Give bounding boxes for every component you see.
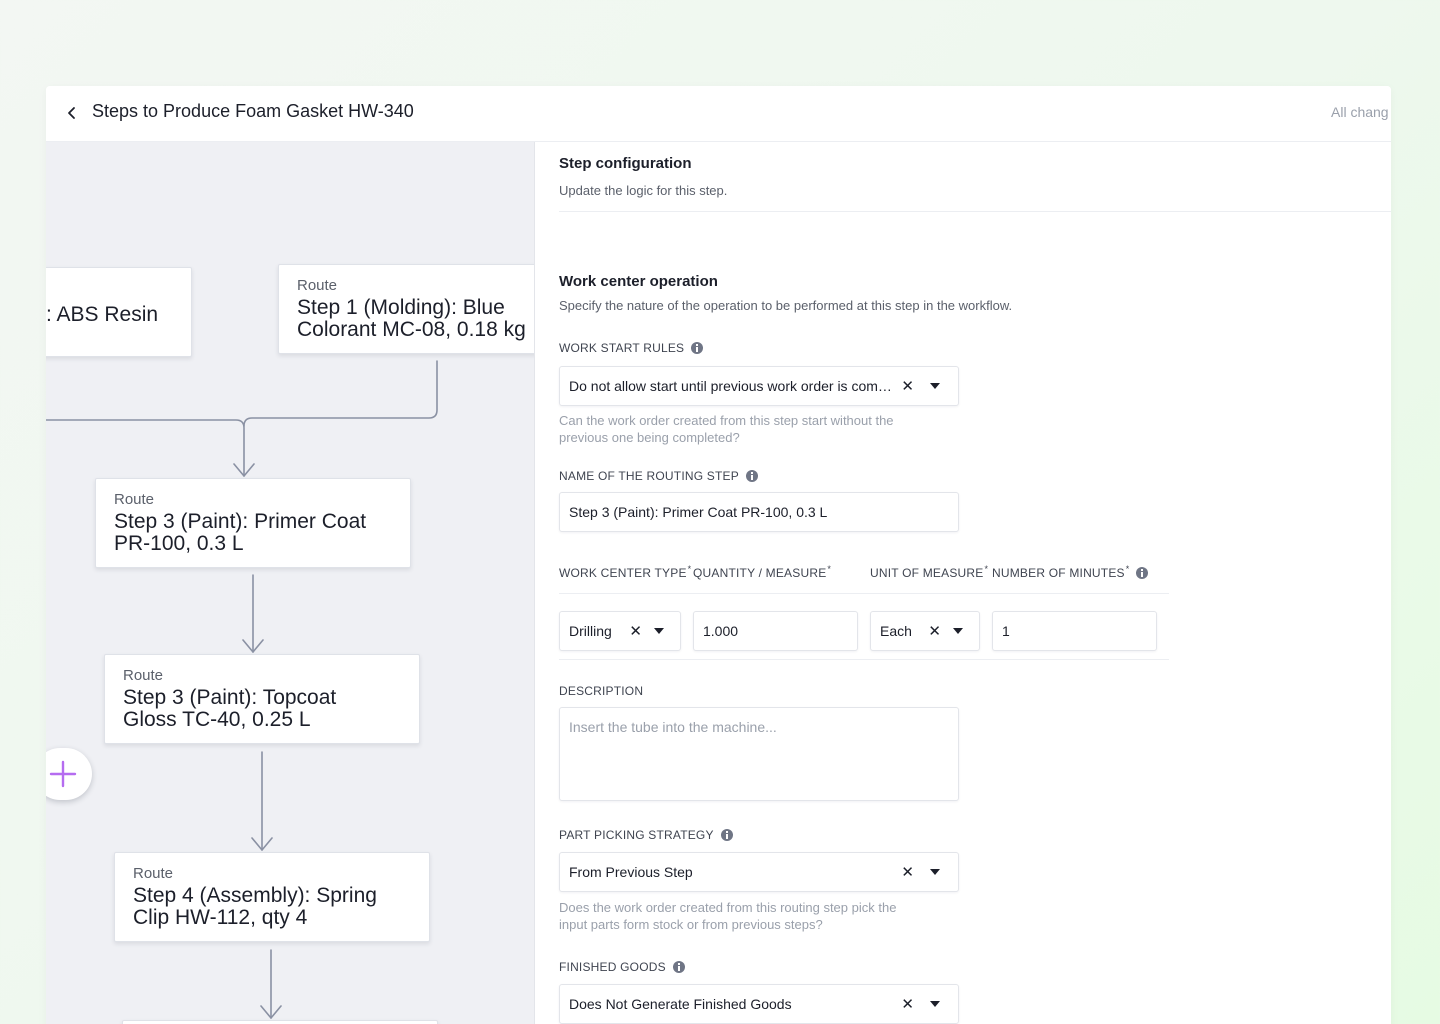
panel-subtitle: Update the logic for this step. bbox=[559, 183, 728, 198]
quantity-measure-label: QUANTITY / MEASURE * bbox=[693, 564, 832, 580]
route-node-step3-primer[interactable]: Route Step 3 (Paint): Primer Coat PR-100… bbox=[95, 478, 411, 568]
info-icon[interactable] bbox=[745, 470, 758, 482]
panel-header: Step configuration Update the logic for … bbox=[559, 142, 1391, 212]
routing-step-name-label: NAME OF THE ROUTING STEP bbox=[559, 469, 758, 483]
caret-down-icon[interactable] bbox=[930, 383, 940, 389]
connector-merge bbox=[46, 419, 245, 477]
close-icon[interactable]: ✕ bbox=[928, 622, 941, 640]
section-subtitle: Specify the nature of the operation to b… bbox=[559, 298, 1013, 313]
finished-goods-value: Does Not Generate Finished Goods bbox=[569, 996, 792, 1012]
caret-down-icon[interactable] bbox=[953, 628, 963, 634]
route-node-title: Step 3 (Paint): Primer Coat bbox=[114, 510, 367, 533]
help-line: Can the work order created from this ste… bbox=[559, 413, 894, 428]
close-icon[interactable]: ✕ bbox=[629, 622, 642, 640]
info-icon[interactable] bbox=[672, 961, 685, 973]
unit-of-measure-value: Each bbox=[880, 623, 912, 639]
route-node-kind: Route bbox=[297, 277, 338, 294]
routing-step-name-value: Step 3 (Paint): Primer Coat PR-100, 0.3 … bbox=[569, 504, 828, 520]
info-icon[interactable] bbox=[720, 829, 733, 841]
quantity-measure-label-text: QUANTITY / MEASURE bbox=[693, 566, 827, 580]
work-center-type-label-text: WORK CENTER TYPE bbox=[559, 566, 687, 580]
work-start-rules-select[interactable]: Do not allow start until previous work o… bbox=[559, 366, 959, 406]
part-picking-strategy-label-text: PART PICKING STRATEGY bbox=[559, 828, 714, 842]
description-label-text: DESCRIPTION bbox=[559, 684, 644, 698]
panel-title: Step configuration bbox=[559, 155, 692, 172]
route-node-step4-assembly[interactable]: Route Step 4 (Assembly): Spring Clip HW-… bbox=[114, 852, 430, 942]
caret-down-icon[interactable] bbox=[930, 869, 940, 875]
save-status: All chang bbox=[1331, 104, 1389, 120]
info-icon[interactable] bbox=[1136, 567, 1149, 579]
work-center-type-value: Drilling bbox=[569, 623, 612, 639]
workflow-canvas[interactable]: ): ABS Resin Route Step 1 (Molding): Blu… bbox=[46, 142, 535, 1024]
close-icon[interactable]: ✕ bbox=[901, 863, 914, 881]
part-picking-strategy-value: From Previous Step bbox=[569, 864, 693, 880]
route-node-title: ): ABS Resin bbox=[46, 303, 159, 326]
work-start-rules-value: Do not allow start until previous work o… bbox=[569, 378, 894, 394]
close-icon[interactable]: ✕ bbox=[901, 377, 914, 395]
work-start-rules-label: WORK START RULES bbox=[559, 341, 704, 355]
part-picking-strategy-label: PART PICKING STRATEGY bbox=[559, 828, 733, 842]
route-node-abs-resin[interactable]: ): ABS Resin bbox=[46, 267, 192, 357]
caret-down-icon[interactable] bbox=[930, 1001, 940, 1007]
route-node-title-line2: Clip HW-112, qty 4 bbox=[133, 906, 308, 929]
work-center-type-select[interactable]: Drilling ✕ bbox=[559, 611, 681, 651]
close-icon[interactable]: ✕ bbox=[901, 995, 914, 1013]
page-title: Steps to Produce Foam Gasket HW-340 bbox=[92, 101, 414, 121]
work-start-rules-help: Can the work order created from this ste… bbox=[559, 412, 894, 446]
number-of-minutes-label-text: NUMBER OF MINUTES bbox=[992, 566, 1125, 580]
plus-icon bbox=[49, 760, 77, 788]
part-picking-strategy-select[interactable]: From Previous Step ✕ bbox=[559, 852, 959, 892]
routing-step-name-label-text: NAME OF THE ROUTING STEP bbox=[559, 469, 739, 483]
routing-step-name-input[interactable]: Step 3 (Paint): Primer Coat PR-100, 0.3 … bbox=[559, 492, 959, 532]
connector-step1 bbox=[243, 360, 438, 427]
finished-goods-label-text: FINISHED GOODS bbox=[559, 960, 666, 974]
caret-down-icon[interactable] bbox=[654, 628, 664, 634]
info-icon[interactable] bbox=[691, 342, 704, 354]
route-node-title-line2: Gloss TC-40, 0.25 L bbox=[123, 708, 311, 731]
description-placeholder: Insert the tube into the machine... bbox=[569, 719, 777, 735]
back-button[interactable] bbox=[62, 102, 82, 124]
unit-of-measure-label-text: UNIT OF MEASURE bbox=[870, 566, 984, 580]
description-label: DESCRIPTION bbox=[559, 684, 643, 698]
help-line: Does the work order created from this ro… bbox=[559, 900, 897, 915]
section-title: Work center operation bbox=[559, 273, 718, 290]
quantity-value: 1.000 bbox=[703, 623, 739, 639]
help-line: input parts form stock or from previous … bbox=[559, 917, 823, 932]
route-node-step3-topcoat[interactable]: Route Step 3 (Paint): Topcoat Gloss TC-4… bbox=[104, 654, 420, 744]
part-picking-strategy-help: Does the work order created from this ro… bbox=[559, 899, 896, 933]
unit-of-measure-label: UNIT OF MEASURE * bbox=[870, 564, 989, 580]
route-node-step1-molding[interactable]: Route Step 1 (Molding): Blue Colorant MC… bbox=[278, 264, 534, 354]
finished-goods-select[interactable]: Does Not Generate Finished Goods ✕ bbox=[559, 984, 959, 1024]
finished-goods-label: FINISHED GOODS bbox=[559, 960, 685, 974]
step-configuration-panel: Step configuration Update the logic for … bbox=[559, 142, 1391, 1024]
route-node-title: Step 3 (Paint): Topcoat bbox=[123, 686, 337, 709]
row-divider bbox=[559, 593, 1169, 594]
route-node-title: Step 1 (Molding): Blue bbox=[297, 296, 505, 319]
route-node-kind: Route bbox=[114, 491, 155, 508]
route-node-kind: Route bbox=[133, 865, 174, 882]
route-node-next-partial[interactable] bbox=[122, 1020, 438, 1024]
top-bar: Steps to Produce Foam Gasket HW-340 All … bbox=[46, 86, 1391, 142]
unit-of-measure-select[interactable]: Each ✕ bbox=[870, 611, 980, 651]
number-of-minutes-label: NUMBER OF MINUTES * bbox=[992, 564, 1149, 580]
route-node-kind: Route bbox=[123, 667, 164, 684]
app-window: Steps to Produce Foam Gasket HW-340 All … bbox=[46, 86, 1391, 1024]
chevron-left-icon bbox=[68, 107, 75, 119]
description-textarea[interactable]: Insert the tube into the machine... bbox=[559, 707, 959, 801]
route-node-title-line2: PR-100, 0.3 L bbox=[114, 532, 244, 555]
number-of-minutes-value: 1 bbox=[1002, 623, 1010, 639]
work-center-type-label: WORK CENTER TYPE * bbox=[559, 564, 692, 580]
quantity-input[interactable]: 1.000 bbox=[693, 611, 858, 651]
help-line: previous one being completed? bbox=[559, 430, 740, 445]
route-node-title-line2: Colorant MC-08, 0.18 kg bbox=[297, 318, 526, 341]
row-divider-bottom bbox=[559, 659, 1169, 660]
route-node-title: Step 4 (Assembly): Spring bbox=[133, 884, 377, 907]
work-start-rules-label-text: WORK START RULES bbox=[559, 341, 685, 355]
number-of-minutes-input[interactable]: 1 bbox=[992, 611, 1157, 651]
